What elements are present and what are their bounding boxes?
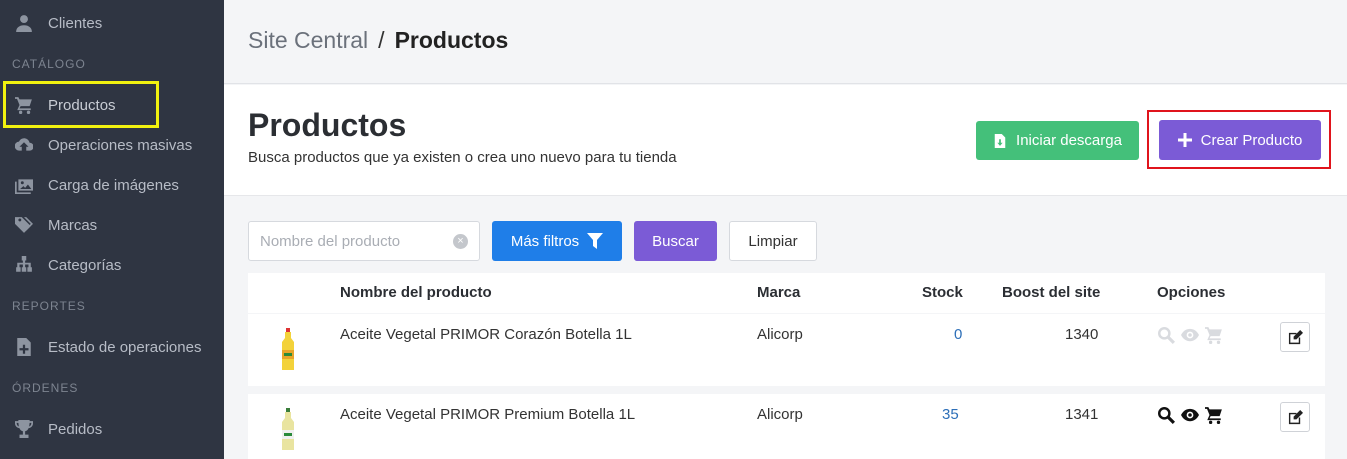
sidebar-section-catalogo: CATÁLOGO — [12, 57, 86, 71]
edit-product-button[interactable] — [1280, 322, 1310, 352]
start-download-label: Iniciar descarga — [1016, 132, 1122, 149]
sidebar-item-marcas[interactable]: Marcas — [0, 205, 224, 245]
eye-icon[interactable] — [1181, 406, 1199, 424]
sidebar-item-label: Clientes — [48, 14, 103, 32]
breadcrumb: Site Central / Productos — [248, 27, 508, 54]
sidebar-item-pedidos[interactable]: Pedidos — [0, 409, 224, 449]
tags-icon — [14, 215, 34, 235]
product-name: Aceite Vegetal PRIMOR Premium Botella 1L — [340, 406, 636, 423]
product-thumbnail — [260, 402, 316, 458]
clear-filters-label: Limpiar — [748, 232, 798, 250]
file-plus-icon — [14, 337, 34, 357]
cart-icon — [1205, 327, 1222, 344]
column-header-name: Nombre del producto — [340, 284, 492, 301]
row-options — [1157, 406, 1223, 424]
sidebar: Clientes CATÁLOGO Productos Operaciones … — [0, 0, 224, 459]
highlight-annotation-red — [1147, 110, 1331, 169]
sidebar-item-categorias[interactable]: Categorías — [0, 245, 224, 285]
product-boost: 1340 — [1065, 326, 1099, 343]
sidebar-item-label: Pedidos — [48, 420, 103, 438]
products-table: Nombre del producto Marca Stock Boost de… — [248, 273, 1325, 459]
filter-icon — [587, 233, 604, 249]
more-filters-button[interactable]: Más filtros — [492, 221, 622, 261]
topbar: Site Central / Productos — [224, 0, 1347, 84]
edit-icon — [1288, 329, 1303, 344]
sidebar-item-label: Estado de operaciones — [48, 338, 202, 356]
sidebar-item-estado-operaciones[interactable]: Estado de operaciones — [0, 327, 224, 367]
breadcrumb-parent[interactable]: Site Central — [248, 27, 368, 53]
column-header-stock: Stock — [922, 284, 963, 301]
start-download-button[interactable]: Iniciar descarga — [976, 121, 1139, 160]
clear-filters-button[interactable]: Limpiar — [729, 221, 817, 261]
row-options — [1157, 326, 1223, 344]
breadcrumb-separator: / — [378, 27, 385, 53]
search-icon — [1158, 327, 1175, 344]
column-header-boost: Boost del site — [1002, 284, 1101, 301]
sidebar-item-label: Carga de imágenes — [48, 176, 179, 194]
search-icon[interactable] — [1157, 406, 1175, 424]
product-name: Aceite Vegetal PRIMOR Corazón Botella 1L — [340, 326, 632, 343]
sidebar-item-label: Marcas — [48, 216, 98, 234]
product-brand: Alicorp — [757, 326, 803, 343]
edit-product-button[interactable] — [1280, 402, 1310, 432]
product-boost: 1341 — [1065, 406, 1099, 423]
product-search-field: × — [248, 221, 480, 261]
cart-icon[interactable] — [1205, 406, 1223, 424]
product-brand: Alicorp — [757, 406, 803, 423]
sidebar-section-ordenes: ÓRDENES — [12, 381, 79, 395]
table-row: Aceite Vegetal PRIMOR Corazón Botella 1L… — [248, 314, 1325, 386]
sidebar-item-label: Operaciones masivas — [48, 136, 193, 154]
sidebar-item-clientes[interactable]: Clientes — [0, 3, 224, 43]
product-thumbnail — [260, 322, 316, 378]
more-filters-label: Más filtros — [510, 232, 580, 250]
user-icon — [14, 13, 34, 33]
page-title: Productos — [248, 107, 407, 143]
breadcrumb-current: Productos — [394, 27, 509, 53]
page-subtitle: Busca productos que ya existen o crea un… — [248, 149, 677, 166]
table-header: Nombre del producto Marca Stock Boost de… — [248, 273, 1325, 313]
trophy-icon — [14, 419, 34, 439]
search-button[interactable]: Buscar — [634, 221, 717, 261]
product-stock-link[interactable]: 35 — [942, 406, 959, 423]
sidebar-item-label: Categorías — [48, 256, 122, 274]
sitemap-icon — [14, 255, 34, 275]
highlight-annotation-yellow — [3, 81, 159, 128]
cloud-upload-icon — [14, 135, 34, 155]
images-icon — [14, 175, 34, 195]
search-button-label: Buscar — [652, 232, 699, 250]
column-header-brand: Marca — [757, 284, 801, 301]
page-header: Productos Busca productos que ya existen… — [224, 85, 1347, 196]
clear-search-icon[interactable]: × — [453, 234, 468, 249]
sidebar-item-carga-imagenes[interactable]: Carga de imágenes — [0, 165, 224, 205]
table-row: Aceite Vegetal PRIMOR Premium Botella 1L… — [248, 394, 1325, 459]
product-stock-link[interactable]: 0 — [954, 326, 962, 343]
product-search-input[interactable] — [249, 222, 439, 260]
edit-icon — [1288, 409, 1303, 424]
column-header-options: Opciones — [1157, 284, 1226, 301]
file-download-icon — [994, 133, 1006, 148]
sidebar-item-operaciones-masivas[interactable]: Operaciones masivas — [0, 125, 224, 165]
sidebar-section-reportes: REPORTES — [12, 299, 86, 313]
eye-icon — [1181, 328, 1199, 342]
